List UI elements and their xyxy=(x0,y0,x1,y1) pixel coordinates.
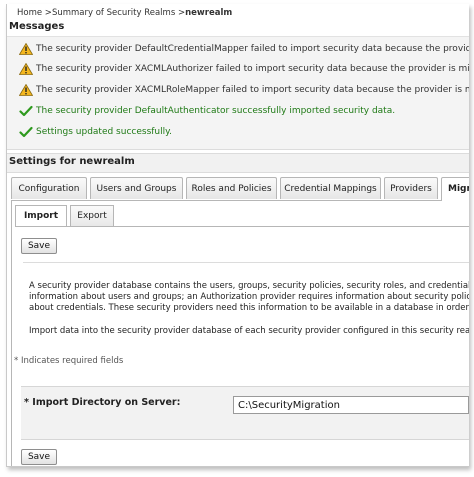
breadcrumb-separator: > xyxy=(42,8,52,18)
message-success-settings-updated: Settings updated successfully. xyxy=(19,124,172,140)
breadcrumb-separator: > xyxy=(175,8,186,18)
message-text: The security provider DefaultCredentialM… xyxy=(36,44,469,54)
tab-users-and-groups[interactable]: Users and Groups xyxy=(90,177,183,199)
checkmark-icon xyxy=(19,126,33,138)
import-form-panel: * Import Directory on Server: xyxy=(21,386,469,440)
message-text: The security provider DefaultAuthenticat… xyxy=(36,106,396,116)
message-warning-xacml-role-mapper: The security provider XACMLRoleMapper fa… xyxy=(19,82,469,98)
save-button-top[interactable]: Save xyxy=(21,238,57,254)
message-warning-xacml-authorizer: The security provider XACMLAuthorizer fa… xyxy=(19,61,469,77)
description-line: A security provider database contains th… xyxy=(29,281,469,291)
subtab-export[interactable]: Export xyxy=(70,205,114,226)
message-text: Settings updated successfully. xyxy=(36,127,173,137)
messages-title: Messages xyxy=(9,21,65,32)
console-frame: Home >Summary of Security Realms >newrea… xyxy=(6,4,469,467)
tab-configuration[interactable]: Configuration xyxy=(11,177,87,199)
description-line: about credentials. These security provid… xyxy=(29,303,469,313)
tab-migration[interactable]: Migration xyxy=(441,177,469,201)
subtab-import[interactable]: Import xyxy=(15,205,67,227)
settings-title: Settings for newrealm xyxy=(9,156,135,167)
warning-icon xyxy=(19,43,33,55)
import-directory-label: * Import Directory on Server: xyxy=(24,397,180,408)
tab-credential-mappings[interactable]: Credential Mappings xyxy=(280,177,381,199)
tab-roles-and-policies[interactable]: Roles and Policies xyxy=(186,177,277,199)
tab-providers[interactable]: Providers xyxy=(384,177,438,199)
checkmark-icon xyxy=(19,105,33,117)
main-tabs: Configuration Users and Groups Roles and… xyxy=(11,177,469,201)
message-text: The security provider XACMLAuthorizer fa… xyxy=(36,64,469,74)
message-success-authenticator: The security provider DefaultAuthenticat… xyxy=(19,103,395,119)
required-fields-note: * Indicates required fields xyxy=(14,356,124,366)
import-instructions: Import data into the security provider d… xyxy=(29,326,469,336)
import-directory-label-text: Import Directory on Server: xyxy=(32,397,181,408)
messages-panel: The security provider DefaultCredentialM… xyxy=(7,36,469,150)
breadcrumb-realms-link[interactable]: Summary of Security Realms xyxy=(52,8,175,18)
message-warning-credential-mapper: The security provider DefaultCredentialM… xyxy=(19,41,469,57)
save-button-bottom[interactable]: Save xyxy=(21,449,57,465)
warning-icon xyxy=(19,63,33,75)
message-text: The security provider XACMLRoleMapper fa… xyxy=(36,85,469,95)
subtab-divider xyxy=(15,226,469,227)
breadcrumb-current: newrealm xyxy=(185,8,233,18)
required-marker: * xyxy=(24,397,29,408)
breadcrumb: Home >Summary of Security Realms >newrea… xyxy=(17,8,232,18)
description-line: information about users and groups; an A… xyxy=(29,292,469,302)
warning-icon xyxy=(19,84,33,96)
breadcrumb-home-link[interactable]: Home xyxy=(17,8,42,18)
description-box: A security provider database contains th… xyxy=(23,262,469,347)
import-directory-input[interactable] xyxy=(233,396,469,414)
